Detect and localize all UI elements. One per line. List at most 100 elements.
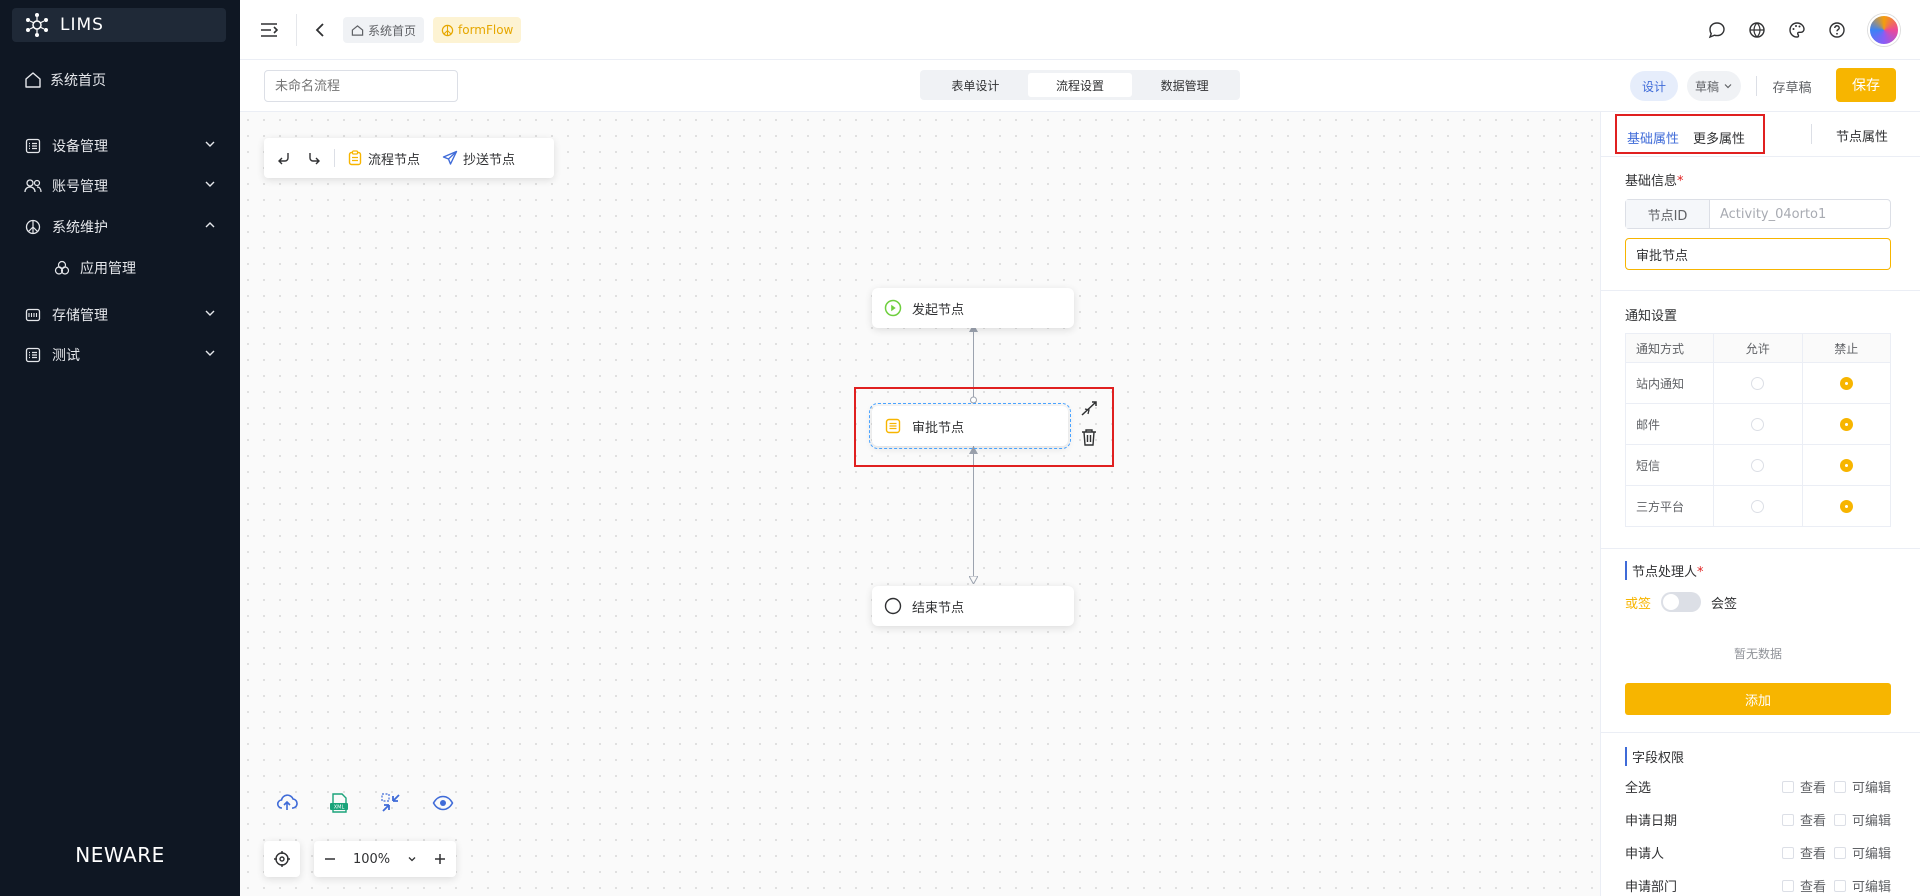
help-icon[interactable] <box>1828 21 1846 39</box>
tab-form-design[interactable]: 表单设计 <box>923 73 1028 97</box>
checkbox-label: 查看 <box>1799 847 1826 862</box>
brand-logo: NEWARE <box>75 843 165 867</box>
tab-basic-props[interactable]: 基础属性 <box>1627 128 1679 147</box>
palette-cc-node[interactable]: 抄送节点 <box>442 149 515 168</box>
view-checkbox[interactable]: 查看 <box>1781 777 1826 796</box>
clipboard-icon <box>348 150 362 166</box>
deny-radio[interactable] <box>1839 459 1853 472</box>
sidebar-subitem-app-management[interactable]: 应用管理 <box>54 258 136 278</box>
apps-icon <box>54 260 70 275</box>
flow-canvas[interactable]: 流程节点 抄送节点 发起节点 审批节点 结束节点 XML 100% <box>240 112 1600 896</box>
table-header-row: 通知方式 允许 禁止 <box>1625 333 1891 363</box>
tab-more-props[interactable]: 更多属性 <box>1693 128 1745 147</box>
deny-radio[interactable] <box>1839 500 1853 513</box>
save-draft-button[interactable]: 存草稿 <box>1765 71 1819 101</box>
fit-view-button[interactable] <box>264 841 300 877</box>
table-row: 短信 <box>1625 444 1891 486</box>
upload-icon[interactable] <box>276 792 298 814</box>
node-approve[interactable]: 审批节点 <box>869 403 1071 449</box>
deny-radio[interactable] <box>1839 377 1853 390</box>
node-id-label: 节点ID <box>1626 200 1710 228</box>
trash-icon[interactable] <box>1080 427 1098 447</box>
notify-table: 通知方式 允许 禁止 站内通知 邮件 短信 三方平台 <box>1625 333 1891 527</box>
node-start[interactable]: 发起节点 <box>872 288 1074 328</box>
deny-radio[interactable] <box>1839 418 1853 431</box>
tab-data-management[interactable]: 数据管理 <box>1132 73 1237 97</box>
chat-icon[interactable] <box>1708 21 1726 39</box>
palette-icon[interactable] <box>1788 21 1806 39</box>
field-name: 申请人 <box>1625 847 1665 862</box>
sidebar-item-maintenance[interactable]: 系统维护 <box>24 217 216 237</box>
node-name-input[interactable] <box>1625 238 1891 270</box>
permission-row: 申请部门 查看 可编辑 <box>1625 876 1891 895</box>
allow-radio[interactable] <box>1751 418 1765 431</box>
design-mode-tag[interactable]: 设计 <box>1630 71 1678 101</box>
top-header: 系统首页 formFlow <box>240 0 1920 60</box>
zoom-in-icon[interactable] <box>434 853 446 865</box>
sidebar-item-device[interactable]: 设备管理 <box>24 136 216 156</box>
user-avatar[interactable] <box>1868 14 1900 46</box>
column-header: 通知方式 <box>1625 333 1714 363</box>
globe-icon[interactable] <box>1748 21 1766 39</box>
undo-icon[interactable] <box>276 150 292 166</box>
sidebar-item-label: 账号管理 <box>52 179 108 195</box>
zoom-out-icon[interactable] <box>324 853 336 865</box>
zoom-value[interactable]: 100% <box>353 852 390 867</box>
collapse-menu-icon[interactable] <box>260 22 278 38</box>
chevron-down-icon[interactable] <box>407 854 417 864</box>
view-checkbox[interactable]: 查看 <box>1781 843 1826 862</box>
edit-checkbox[interactable]: 可编辑 <box>1833 777 1891 796</box>
edit-checkbox[interactable]: 可编辑 <box>1833 843 1891 862</box>
row-label: 站内通知 <box>1625 362 1714 404</box>
allow-radio[interactable] <box>1751 459 1765 472</box>
back-icon[interactable] <box>312 22 328 38</box>
connect-icon[interactable] <box>1080 399 1100 417</box>
tab-flow-settings[interactable]: 流程设置 <box>1027 73 1133 97</box>
column-header: 允许 <box>1713 333 1803 363</box>
redo-icon[interactable] <box>306 150 322 166</box>
edit-checkbox[interactable]: 可编辑 <box>1833 876 1891 895</box>
node-id-field[interactable]: 节点ID Activity_04orto1 <box>1625 199 1891 229</box>
divider <box>1601 156 1920 157</box>
flow-name-input[interactable] <box>264 70 458 102</box>
allow-radio[interactable] <box>1751 377 1765 390</box>
allow-radio[interactable] <box>1751 500 1765 513</box>
palette-flow-node[interactable]: 流程节点 <box>347 149 420 168</box>
breadcrumb-current[interactable]: formFlow <box>433 17 522 43</box>
save-button[interactable]: 保存 <box>1836 68 1896 102</box>
breadcrumb-home[interactable]: 系统首页 <box>343 17 425 43</box>
palette-divider <box>334 149 335 167</box>
sidebar-item-account[interactable]: 账号管理 <box>24 176 216 196</box>
collapse-arrows-icon[interactable] <box>380 792 402 814</box>
view-checkbox[interactable]: 查看 <box>1781 810 1826 829</box>
view-checkbox[interactable]: 查看 <box>1781 876 1826 895</box>
column-header: 禁止 <box>1801 333 1891 363</box>
node-palette: 流程节点 抄送节点 <box>264 138 554 178</box>
xml-file-icon[interactable]: XML <box>328 792 350 814</box>
or-sign-label[interactable]: 或签 <box>1625 593 1651 612</box>
field-name: 申请日期 <box>1625 814 1678 829</box>
sidebar-item-label: 设备管理 <box>52 139 108 155</box>
sidebar-item-home[interactable]: 系统首页 <box>24 70 106 90</box>
sidebar-subitem-label: 应用管理 <box>80 261 136 277</box>
list-icon <box>24 137 42 155</box>
eye-icon[interactable] <box>432 792 454 814</box>
node-end[interactable]: 结束节点 <box>872 586 1074 626</box>
chevron-up-icon <box>205 222 215 228</box>
sidebar-item-label: 系统维护 <box>52 220 108 236</box>
permission-row: 全选 查看 可编辑 <box>1625 777 1891 796</box>
co-sign-label[interactable]: 会签 <box>1711 593 1737 612</box>
tab-node-props[interactable]: 节点属性 <box>1836 126 1888 145</box>
draft-select[interactable]: 草稿 <box>1687 71 1741 101</box>
add-handler-button[interactable]: 添加 <box>1625 683 1891 715</box>
draft-select-value: 草稿 <box>1694 79 1719 94</box>
sign-mode-toggle: 或签 会签 <box>1625 592 1737 612</box>
checkbox-label: 可编辑 <box>1851 880 1891 895</box>
edit-checkbox[interactable]: 可编辑 <box>1833 810 1891 829</box>
zoom-control: 100% <box>314 841 456 877</box>
sidebar-item-storage[interactable]: 存储管理 <box>24 305 216 325</box>
sidebar-item-test[interactable]: 测试 <box>24 345 216 365</box>
sign-mode-switch[interactable] <box>1661 592 1702 612</box>
chevron-down-icon <box>205 181 215 187</box>
app-logo[interactable]: LIMS <box>12 8 226 42</box>
